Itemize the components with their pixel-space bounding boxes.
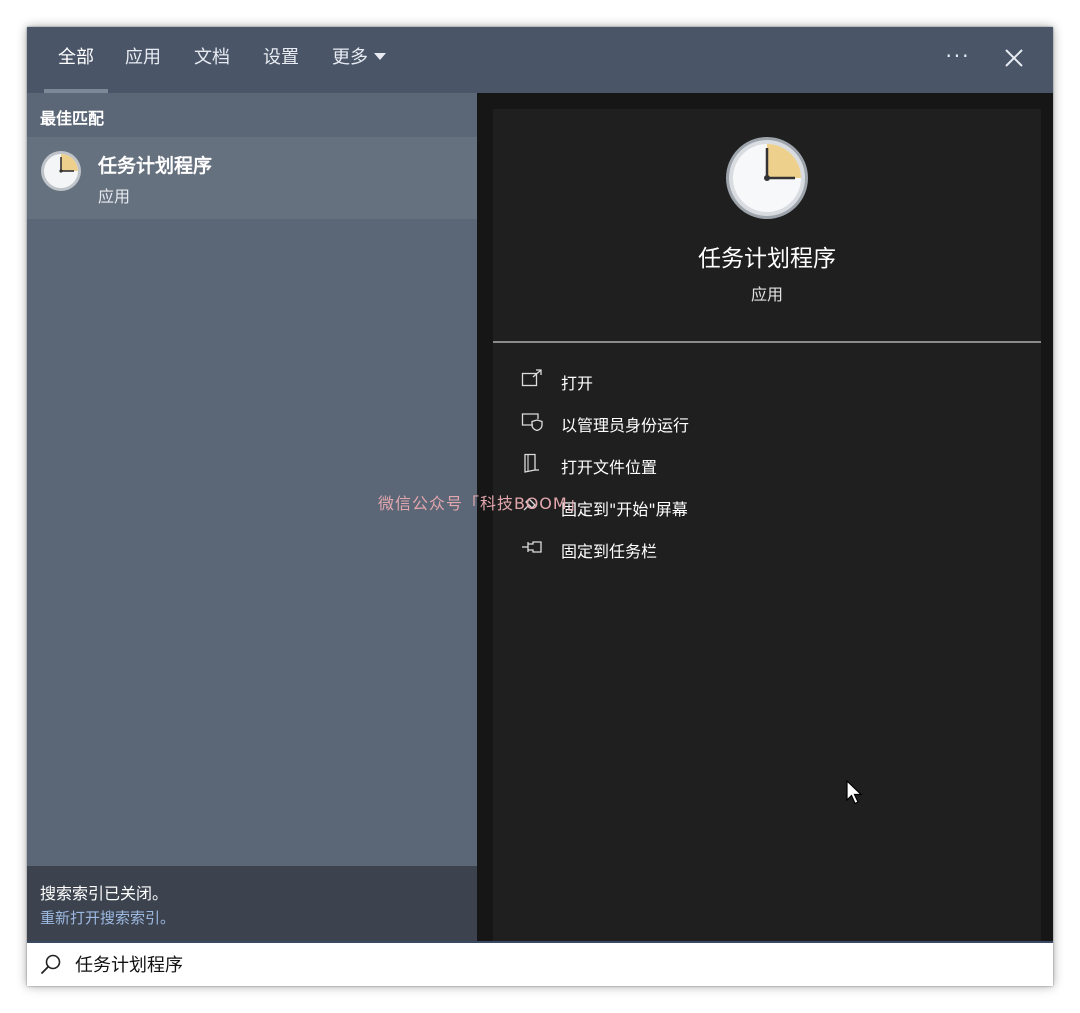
tab-more-label: 更多 — [332, 47, 368, 68]
index-status-text: 搜索索引已关闭。 — [40, 884, 169, 903]
search-index-notice: 搜索索引已关闭。 重新打开搜索索引。 — [27, 866, 477, 941]
preview-card: 任务计划程序 应用 打开 以管理员身份运行 打开文件位置 固定到"开始"屏幕 固… — [493, 109, 1041, 941]
preview-pane: 任务计划程序 应用 打开 以管理员身份运行 打开文件位置 固定到"开始"屏幕 固… — [477, 93, 1053, 941]
action-pin-to-taskbar[interactable]: 固定到任务栏 — [521, 533, 1021, 563]
divider — [493, 341, 1041, 343]
results-pane: 最佳匹配 任务计划程序 应用 — [27, 93, 477, 866]
preview-app-type: 应用 — [750, 285, 783, 304]
watermark-text: 微信公众号「科技BOOM」 — [378, 494, 585, 513]
section-title-best-match: 最佳匹配 — [40, 109, 105, 128]
action-pin-to-start[interactable]: 固定到"开始"屏幕 — [521, 491, 1021, 521]
search-input[interactable] — [75, 949, 975, 979]
action-open-label: 打开 — [561, 374, 594, 393]
action-open[interactable]: 打开 — [521, 365, 1021, 395]
file-location-icon — [524, 453, 539, 473]
search-bar — [27, 941, 1053, 986]
tab-documents[interactable]: 文档 — [194, 27, 230, 93]
close-button[interactable] — [995, 41, 1033, 79]
run-as-admin-icon — [521, 413, 543, 431]
action-open-file-location-label: 打开文件位置 — [561, 458, 658, 477]
reopen-index-link[interactable]: 重新打开搜索索引。 — [40, 907, 175, 928]
clock-icon — [41, 151, 81, 191]
search-icon — [40, 954, 61, 975]
action-pin-to-taskbar-label: 固定到任务栏 — [561, 542, 658, 561]
tab-bar: 全部 应用 文档 设置 更多 ··· — [27, 27, 1053, 93]
mouse-cursor-icon — [846, 780, 863, 805]
close-icon — [1005, 49, 1023, 67]
caret-down-icon — [374, 52, 386, 60]
more-options-button[interactable]: ··· — [937, 41, 979, 79]
tab-all[interactable]: 全部 — [44, 27, 108, 93]
tab-more[interactable]: 更多 — [332, 27, 386, 93]
pin-taskbar-icon — [522, 541, 542, 553]
clock-icon — [726, 137, 808, 219]
open-icon — [521, 369, 542, 387]
tab-apps[interactable]: 应用 — [125, 27, 161, 93]
action-run-as-admin[interactable]: 以管理员身份运行 — [521, 407, 1021, 437]
tab-settings[interactable]: 设置 — [263, 27, 299, 93]
preview-app-name: 任务计划程序 — [698, 246, 836, 272]
action-run-as-admin-label: 以管理员身份运行 — [561, 416, 690, 435]
action-open-file-location[interactable]: 打开文件位置 — [521, 449, 1021, 479]
best-match-result[interactable]: 任务计划程序 应用 — [27, 137, 477, 219]
best-match-type: 应用 — [98, 187, 131, 206]
best-match-name: 任务计划程序 — [98, 155, 213, 177]
